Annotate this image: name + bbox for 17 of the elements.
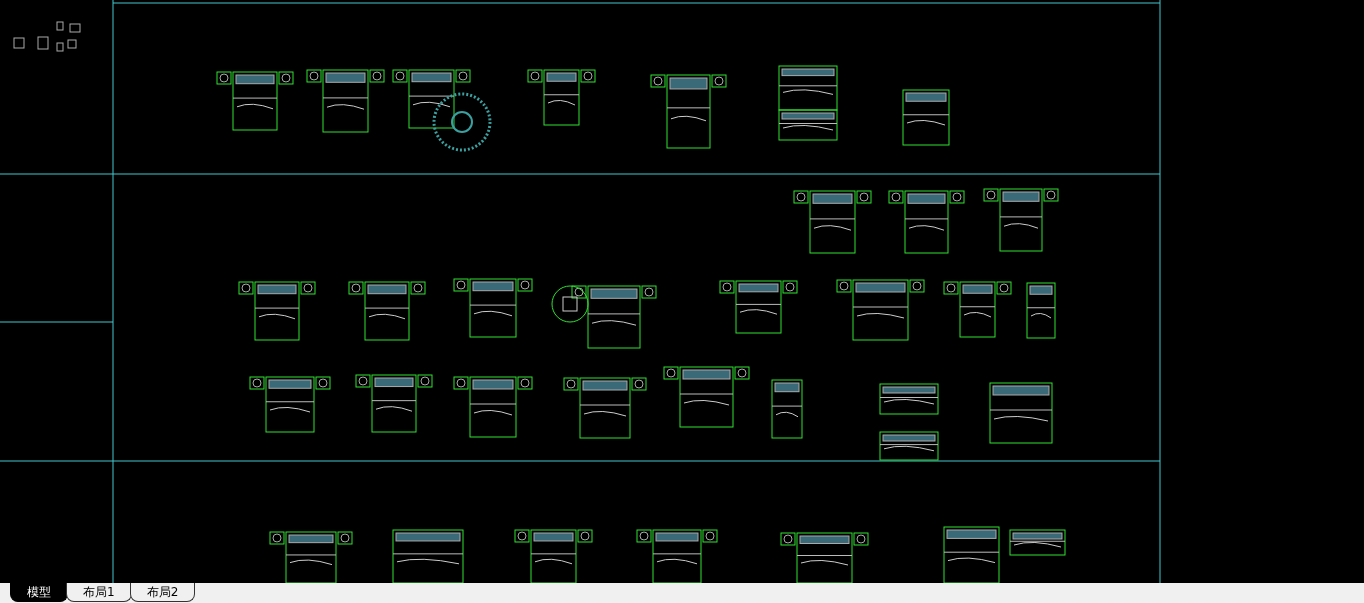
- bed-drawing: [771, 379, 803, 439]
- round-rug-drawing: [432, 92, 492, 152]
- bed-drawing: [943, 281, 1012, 338]
- bed-drawing: [902, 89, 950, 146]
- layout-tab[interactable]: 布局2: [129, 583, 196, 602]
- bed-drawing: [879, 431, 939, 461]
- round-table-drawing: [551, 285, 589, 323]
- bed-drawing: [392, 529, 464, 583]
- bed-drawing: [527, 69, 596, 126]
- bed-drawing: [989, 382, 1053, 444]
- layout-tab[interactable]: 布局1: [66, 583, 132, 602]
- bed-drawing: [1026, 282, 1056, 339]
- bed-drawing: [943, 526, 1000, 583]
- layout-tab[interactable]: 模型: [10, 583, 68, 602]
- bed-drawing: [879, 383, 939, 415]
- bed-drawing: [1009, 529, 1066, 556]
- symbol-drawing: [13, 21, 81, 52]
